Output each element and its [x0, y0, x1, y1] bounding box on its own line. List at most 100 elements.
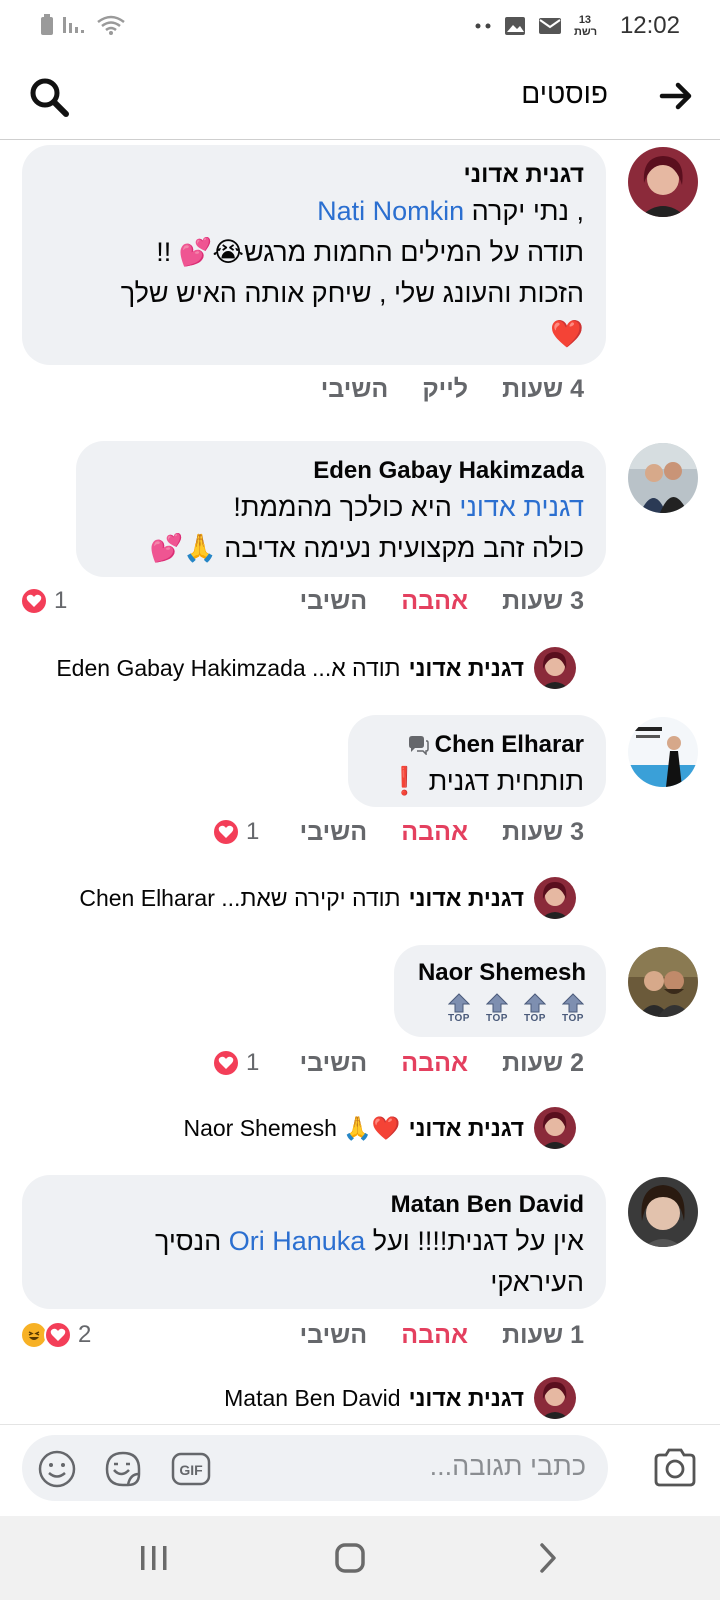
search-button[interactable] [28, 76, 70, 118]
emoji-icon [38, 1450, 76, 1488]
back-nav-button[interactable] [528, 1540, 568, 1576]
reply-button[interactable]: השיבי [300, 1049, 368, 1078]
comment-bubble[interactable]: Chen Elharar תותחית דגנית ❗ [348, 715, 606, 807]
comment-actions: 4 שעות לייק השיבי [321, 371, 584, 407]
comment-author[interactable]: דגנית אדוני [44, 159, 584, 191]
reply-button[interactable]: השיבי [321, 375, 389, 404]
avatar[interactable] [628, 147, 698, 217]
reaction-summary[interactable]: 2 [20, 1317, 91, 1353]
battery-icon [41, 14, 53, 35]
comment-text: אין על דגנית!!!! ועל Ori Hanuka הנסיך [44, 1221, 584, 1262]
sticker-icon [105, 1451, 141, 1487]
comment-time: 1 שעות [502, 1320, 584, 1349]
messenger-chat-icon [408, 736, 429, 755]
comment-actions: 1 שעות אהבה השיבי [300, 1317, 584, 1353]
reply-button[interactable]: השיבי [300, 587, 368, 616]
status-bar: 13 רשת 12:02 [0, 0, 720, 52]
comment-text-line: , נתי יקרה [464, 196, 584, 226]
comment-time: 3 שעות [502, 817, 584, 846]
avatar[interactable] [628, 1177, 698, 1247]
signal-icon [63, 17, 84, 33]
status-left [40, 14, 126, 36]
status-right: 13 רשת 12:02 [474, 12, 680, 40]
system-nav-bar [0, 1516, 720, 1600]
comment-text-line: כולה זהב מקצועית נעימה אדיבה 🙏💕 [149, 533, 584, 563]
comment-composer: כתבי תגובה... GIF [0, 1424, 720, 1516]
comment-input[interactable]: כתבי תגובה... GIF [22, 1435, 608, 1501]
reply-author: דגנית אדוני [408, 654, 524, 681]
comment-actions: 3 שעות אהבה השיבי [300, 583, 584, 619]
reply-preview[interactable]: דגנית אדוני Matan Ben David [224, 1378, 524, 1418]
comment-author[interactable]: Eden Gabay Hakimzada [98, 455, 584, 487]
avatar[interactable] [628, 717, 698, 787]
top-sticker-row: TOP TOP TOP TOP [414, 989, 586, 1024]
top-arrow-icon: TOP [560, 993, 586, 1024]
comment-bubble[interactable]: Eden Gabay Hakimzada דגנית אדוני היא כול… [76, 441, 606, 577]
reply-button[interactable]: השיבי [300, 1321, 368, 1350]
comment-actions: 3 שעות אהבה השיבי [300, 814, 584, 850]
comment-input-placeholder: כתבי תגובה... [429, 1451, 586, 1481]
comment-text-line: הנסיך [154, 1226, 229, 1256]
reaction-summary[interactable]: 1 [20, 583, 67, 619]
comment-author[interactable]: Naor Shemesh [414, 957, 586, 989]
love-reaction-button[interactable]: אהבה [401, 818, 468, 847]
recents-button[interactable] [134, 1540, 174, 1576]
like-button[interactable]: לייק [422, 375, 468, 404]
clock: 12:02 [619, 12, 680, 39]
camera-icon [654, 1448, 696, 1487]
reply-text: תודה יקירה שאת... Chen Elharar [79, 884, 401, 911]
comments-feed[interactable]: דגנית אדוני , נתי יקרה Nati Nomkin תודה … [0, 141, 720, 1424]
reply-avatar[interactable] [534, 647, 576, 689]
chevron-right-icon [540, 1543, 556, 1573]
gif-button[interactable]: GIF [170, 1448, 212, 1490]
reply-button[interactable]: השיבי [300, 818, 368, 847]
avatar[interactable] [628, 443, 698, 513]
comment-actions: 2 שעות אהבה השיבי [300, 1045, 584, 1081]
reaction-summary[interactable]: 1 [212, 1045, 259, 1081]
comment-text: דגנית אדוני היא כולכך מהממת! [98, 487, 584, 528]
camera-button[interactable] [652, 1445, 698, 1491]
heart-icon [44, 1321, 72, 1349]
mention-link[interactable]: דגנית אדוני [459, 492, 584, 522]
reaction-summary[interactable]: 1 [212, 814, 259, 850]
comment-text: , נתי יקרה Nati Nomkin [44, 191, 584, 232]
mention-link[interactable]: Ori Hanuka [229, 1226, 366, 1256]
wifi-icon [97, 15, 125, 35]
comment-author-name[interactable]: Chen Elharar [435, 729, 584, 761]
emoji-button[interactable] [36, 1448, 78, 1490]
reply-preview[interactable]: דגנית אדוני ❤️🙏 Naor Shemesh [183, 1108, 524, 1148]
reply-avatar[interactable] [534, 1107, 576, 1149]
more-dots-icon [475, 23, 491, 29]
reaction-count: 2 [78, 1321, 92, 1348]
reply-avatar[interactable] [534, 877, 576, 919]
comment-bubble[interactable]: Naor Shemesh TOP TOP TOP TOP [394, 945, 606, 1037]
reply-author: דגנית אדוני [408, 1114, 524, 1141]
comment-author[interactable]: Chen Elharar [370, 729, 584, 761]
home-button[interactable] [330, 1540, 370, 1576]
reply-text: ❤️🙏 Naor Shemesh [183, 1114, 401, 1141]
gif-icon: GIF [171, 1452, 211, 1486]
reply-preview[interactable]: דגנית אדוני תודה א... Eden Gabay Hakimza… [56, 648, 524, 688]
page-title: פוסטים [521, 78, 608, 109]
reply-avatar[interactable] [534, 1377, 576, 1419]
top-arrow-icon: TOP [446, 993, 472, 1024]
sticker-button[interactable] [102, 1448, 144, 1490]
mention-link[interactable]: Nati Nomkin [317, 196, 464, 226]
love-reaction-button[interactable]: אהבה [401, 1049, 468, 1078]
comment-text-line: תודה על המילים החמות מרגש😭💕 !! [156, 237, 584, 267]
love-reaction-button[interactable]: אהבה [401, 1321, 468, 1350]
love-reaction-button[interactable]: אהבה [401, 587, 468, 616]
heart-icon [20, 587, 48, 615]
comment-bubble[interactable]: דגנית אדוני , נתי יקרה Nati Nomkin תודה … [22, 145, 606, 365]
reply-preview[interactable]: דגנית אדוני תודה יקירה שאת... Chen Elhar… [79, 878, 524, 918]
comment-author[interactable]: Matan Ben David [44, 1189, 584, 1221]
comment-text-line: הזכות והעונג שלי , שיחק אותה האיש שלך [120, 278, 584, 308]
comment-bubble[interactable]: Matan Ben David אין על דגנית!!!! ועל Ori… [22, 1175, 606, 1309]
heart-icon [212, 1049, 240, 1077]
comment-text-line: תותחית דגנית ❗ [387, 766, 584, 796]
avatar[interactable] [628, 947, 698, 1017]
back-button[interactable] [658, 78, 694, 114]
reaction-count: 1 [54, 587, 68, 614]
home-icon [335, 1543, 365, 1573]
arrow-right-icon [659, 82, 692, 110]
